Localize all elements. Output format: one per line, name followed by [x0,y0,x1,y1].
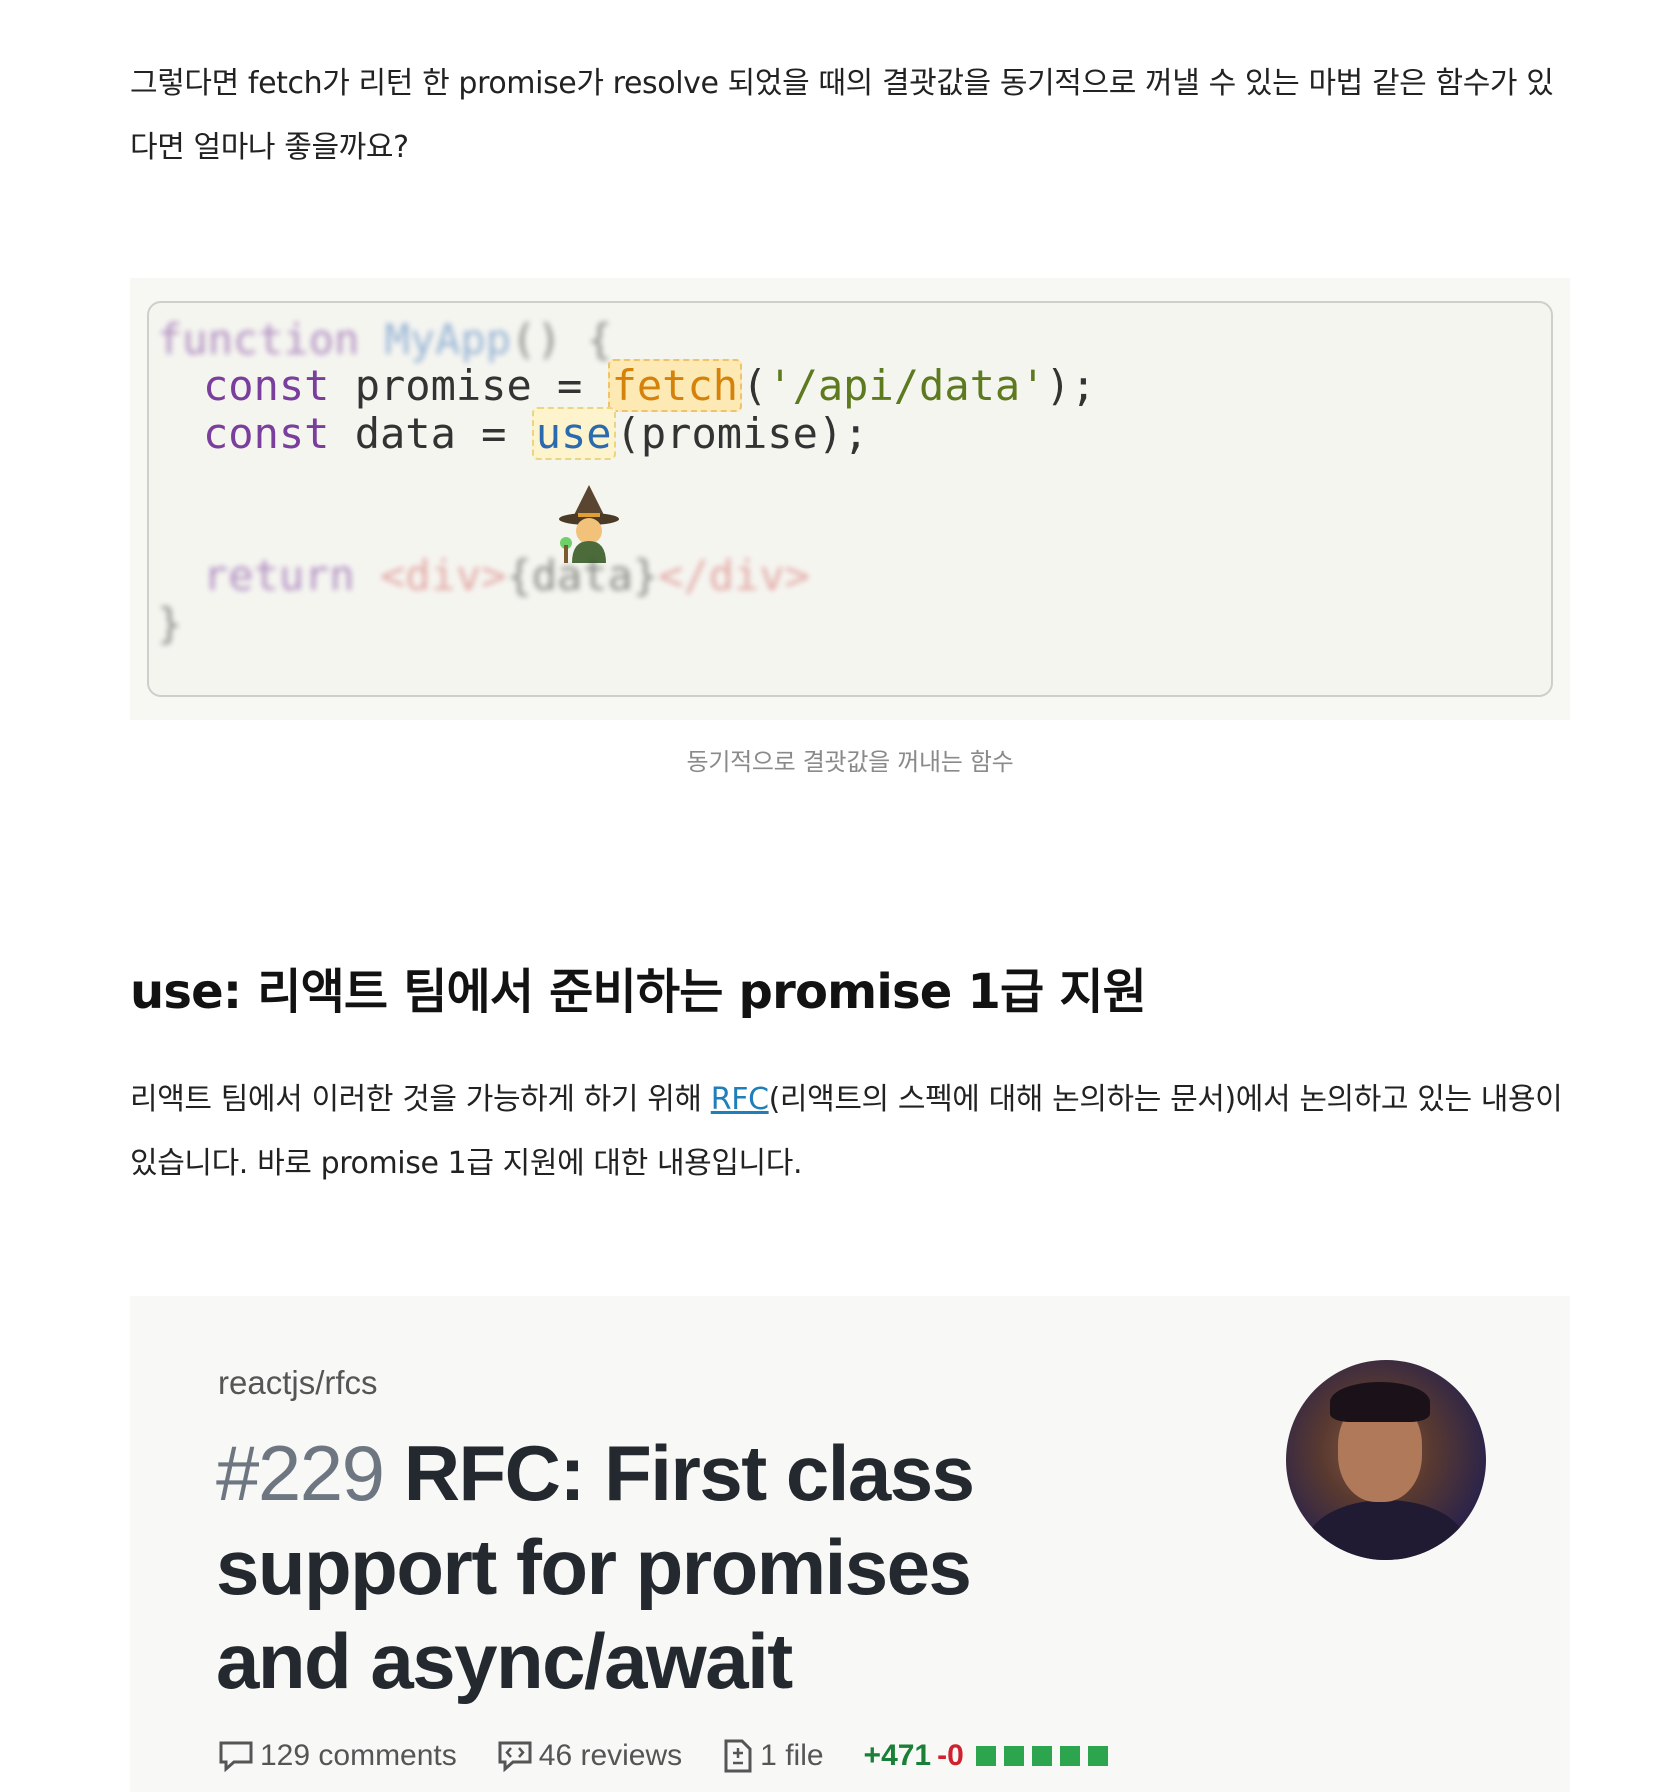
code-line-3: const data = use(promise); [203,407,869,460]
diff-block [1003,1746,1024,1766]
code-keyword: function [157,315,360,364]
rfc-stats: 129 comments 46 reviews 1 file +471 -0 [218,1738,1116,1774]
code-tag: </div> [658,551,810,600]
code-highlight-use: use [531,407,616,460]
rfc-card-image: reactjs/rfcs #229 RFC: First class suppo… [130,1296,1570,1792]
code-keyword: const [203,409,330,458]
diff-block [1087,1746,1108,1766]
stat-files: 1 file [722,1738,824,1774]
rfc-repo-name: reactjs/rfcs [218,1364,378,1401]
section-heading: use: 리액트 팀에서 준비하는 promise 1급 지원 [130,964,1147,1020]
stat-comments: 129 comments [218,1739,457,1773]
avatar-hair [1330,1382,1430,1422]
code-string: '/api/data' [767,361,1046,410]
file-diff-icon [724,1739,752,1773]
code-highlight-fetch: fetch [607,359,743,412]
stat-reviews: 46 reviews [497,1739,682,1773]
code-text: (promise); [615,409,869,458]
rfc-title: #229 RFC: First class support for promis… [216,1426,1116,1708]
paragraph-intro: 그렇다면 fetch가 리턴 한 promise가 resolve 되었을 때의… [130,66,1554,165]
diff-block [975,1746,996,1766]
code-function-name: MyApp [384,315,512,364]
deletions-count: -0 [937,1739,964,1772]
code-line-5: } [157,599,182,648]
code-text: data = [329,409,532,458]
comment-icon [219,1741,253,1772]
diff-block [1031,1746,1052,1766]
code-review-icon [498,1741,532,1772]
code-keyword: return [203,551,355,600]
code-tag: <div> [380,551,507,600]
stat-reviews-label: 46 reviews [538,1739,683,1772]
code-text: promise = [329,361,608,410]
diff-block [1059,1746,1080,1766]
rfc-link[interactable]: RFC [711,1082,769,1117]
code-figure: function MyApp() { const promise = fetch… [130,278,1570,720]
avatar [1286,1360,1486,1560]
stat-files-label: 1 file [760,1739,824,1772]
additions-count: +471 [863,1739,932,1772]
code-text: () { [511,315,613,364]
code-text: {data} [506,551,659,600]
avatar-body [1306,1500,1466,1560]
stat-comments-label: 129 comments [260,1739,457,1772]
figure-caption: 동기적으로 결괏값을 꺼내는 함수 [686,748,1014,776]
code-text: ); [1045,361,1097,410]
code-text: ( [742,361,768,410]
code-text: } [157,599,183,648]
code-line-1: function MyApp() { [157,315,612,364]
paragraph-text: 리액트 팀에서 이러한 것을 가능하게 하기 위해 [130,1082,711,1117]
rfc-number: #229 [216,1429,385,1517]
paragraph-rfc: 리액트 팀에서 이러한 것을 가능하게 하기 위해 RFC(리액트의 스펙에 대… [130,1068,1570,1196]
code-image: function MyApp() { const promise = fetch… [147,301,1553,697]
code-line-4: return <div>{data}</div> [203,551,810,600]
code-keyword: const [203,361,330,410]
code-line-2: const promise = fetch('/api/data'); [203,359,1097,412]
